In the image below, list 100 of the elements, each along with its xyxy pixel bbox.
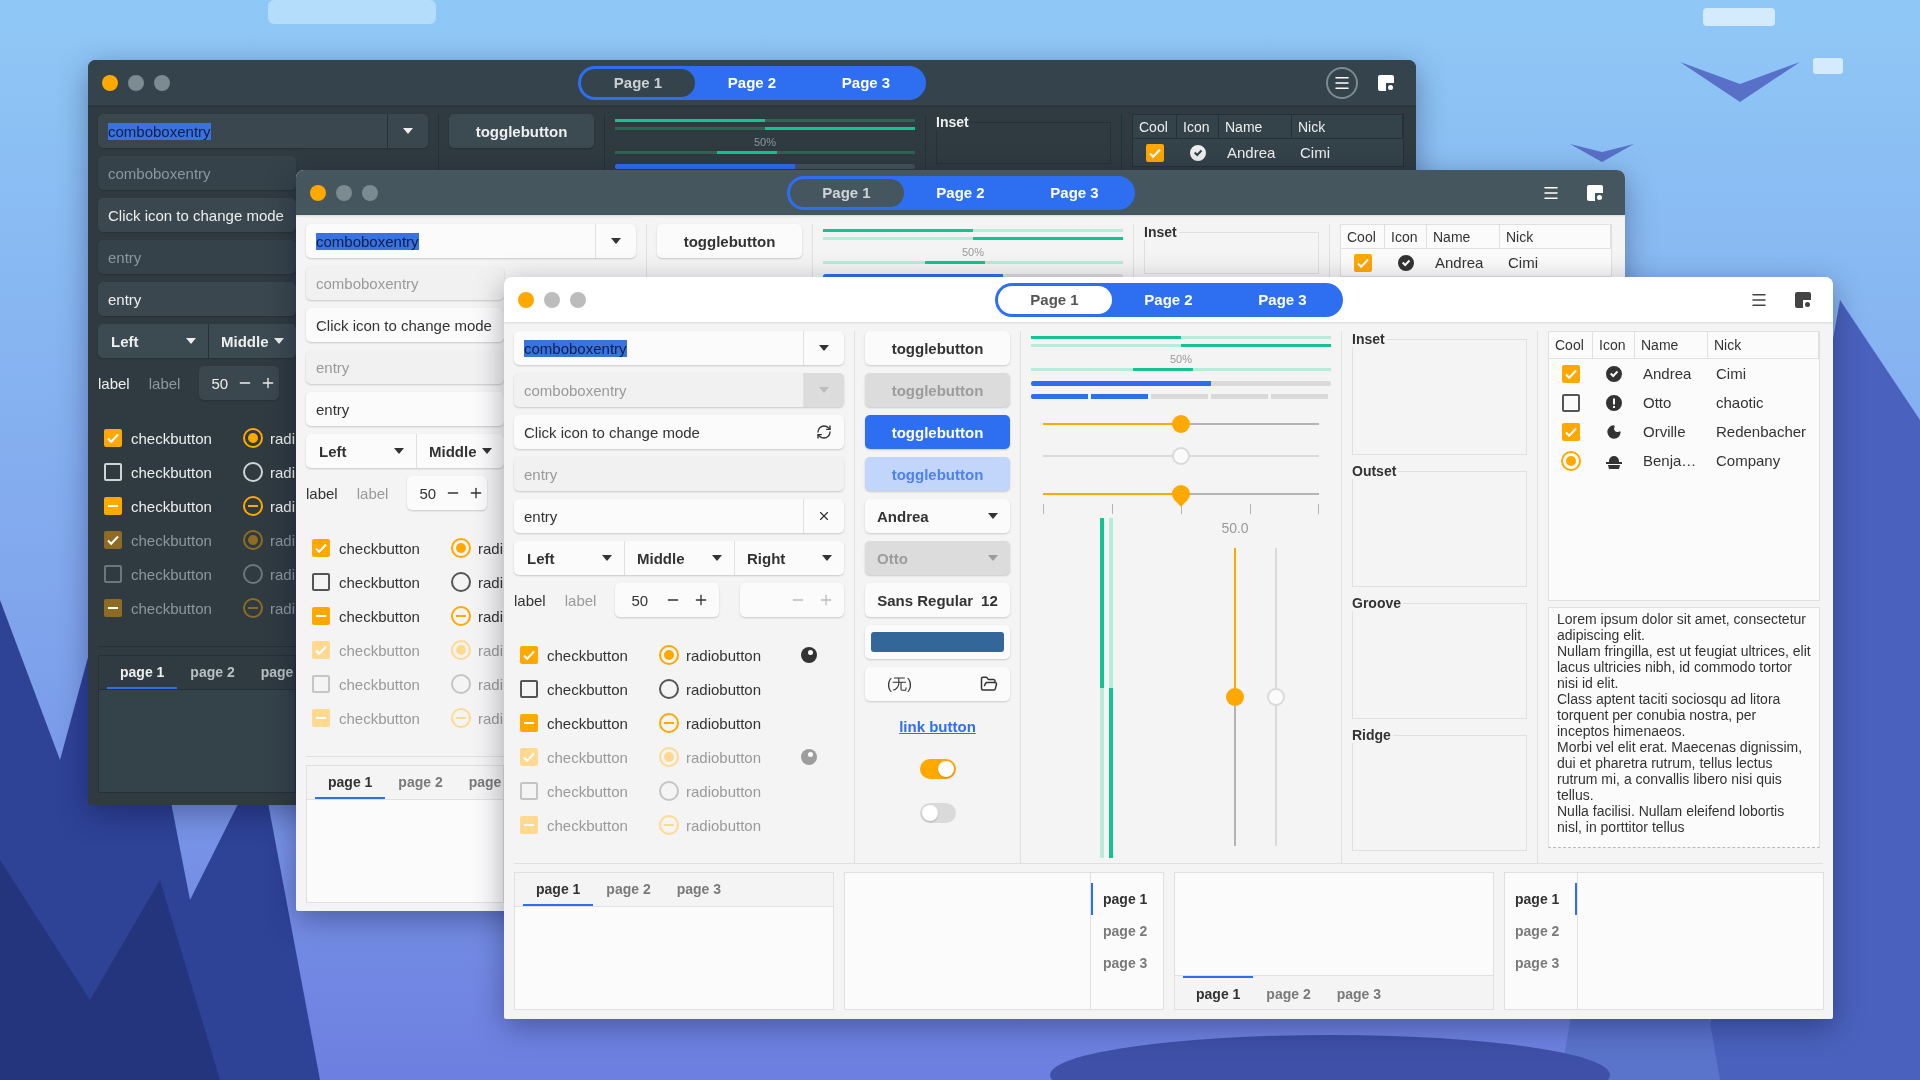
radio-button[interactable] <box>801 647 817 663</box>
slider-thumb[interactable] <box>1172 415 1190 433</box>
checkbox[interactable] <box>1562 364 1580 383</box>
clear-icon[interactable] <box>817 509 831 523</box>
page-tab[interactable]: Page 1 <box>997 285 1112 314</box>
spin-button[interactable]: 50 <box>199 366 280 400</box>
slider-thumb[interactable] <box>1226 688 1244 706</box>
page-tab[interactable]: Page 3 <box>809 68 923 97</box>
tab[interactable]: page 1 <box>315 766 386 799</box>
tab[interactable]: page 1 <box>1091 883 1163 915</box>
spin-button[interactable]: 50 <box>615 583 720 617</box>
page-tab[interactable]: Page 3 <box>1225 285 1340 314</box>
page-tab[interactable]: Page 1 <box>789 178 904 207</box>
checkbox[interactable] <box>104 497 122 515</box>
column-header[interactable]: Nick <box>1500 225 1611 249</box>
maximize-button[interactable] <box>362 184 378 201</box>
column-header[interactable]: Icon <box>1385 225 1427 249</box>
switch[interactable] <box>919 759 956 779</box>
tab[interactable]: page 1 <box>1183 976 1254 1009</box>
combo-box[interactable]: Middle <box>624 541 734 575</box>
vertical-slider[interactable] <box>1226 548 1244 846</box>
tab[interactable]: page 3 <box>1505 947 1577 979</box>
tab[interactable]: page 2 <box>593 873 664 906</box>
checkbox[interactable] <box>1354 253 1372 272</box>
text-entry[interactable]: entry <box>98 282 296 316</box>
column-header[interactable]: Cool <box>1133 115 1177 139</box>
minimize-button[interactable] <box>336 184 352 201</box>
radio-button[interactable] <box>451 606 471 626</box>
minimize-button[interactable] <box>544 291 560 308</box>
text-entry[interactable]: Click icon to change mode <box>514 415 844 449</box>
combo-box[interactable]: Right <box>734 541 844 575</box>
tab[interactable]: page 3 <box>1323 976 1395 1009</box>
toggle-button[interactable]: togglebutton <box>657 224 802 258</box>
text-entry[interactable]: Click icon to change mode <box>306 308 504 342</box>
file-button[interactable]: (无) <box>865 667 1010 701</box>
page-tab[interactable]: Page 1 <box>581 68 695 97</box>
close-button[interactable] <box>310 184 326 201</box>
toggle-button[interactable]: togglebutton <box>865 415 1010 449</box>
combo-box-entry[interactable]: comboboxentry <box>514 331 844 365</box>
radio-button[interactable] <box>659 645 679 665</box>
page-tab[interactable]: Page 2 <box>903 178 1018 207</box>
switch[interactable] <box>919 803 956 823</box>
page-tab[interactable]: Page 2 <box>695 68 809 97</box>
toggle-button[interactable]: togglebutton <box>865 331 1010 365</box>
radio-button[interactable] <box>659 713 679 733</box>
text-view[interactable] <box>1548 607 1820 848</box>
checkbox[interactable] <box>312 607 330 625</box>
column-header[interactable]: Nick <box>1292 115 1403 139</box>
radio-button[interactable] <box>451 538 471 558</box>
tab[interactable]: page 2 <box>1091 915 1163 947</box>
slider[interactable] <box>1043 446 1319 466</box>
page-tab[interactable]: Page 2 <box>1111 285 1226 314</box>
toggle-button[interactable]: togglebutton <box>449 114 594 148</box>
color-button[interactable] <box>865 625 1010 659</box>
font-button[interactable]: Sans Regular 12 <box>865 583 1010 617</box>
combo-box-entry[interactable]: comboboxentry <box>98 114 428 148</box>
combo-box[interactable]: Andrea <box>865 499 1010 533</box>
menu-button[interactable] <box>1326 66 1358 99</box>
slider[interactable] <box>1043 484 1319 504</box>
checkbox[interactable] <box>520 646 538 664</box>
combo-box[interactable]: Left <box>514 541 624 575</box>
slider[interactable] <box>1043 414 1319 434</box>
text-entry[interactable]: entry <box>514 499 844 533</box>
tab[interactable]: page <box>455 766 502 799</box>
radio-button[interactable] <box>1561 450 1581 471</box>
maximize-button[interactable] <box>570 291 586 308</box>
column-header[interactable]: Name <box>1635 332 1708 359</box>
tab[interactable]: page 2 <box>177 656 248 689</box>
tab[interactable]: page 2 <box>1505 915 1577 947</box>
checkbox[interactable] <box>1562 393 1580 412</box>
column-header[interactable]: Cool <box>1549 332 1593 359</box>
close-button[interactable] <box>102 74 118 91</box>
column-header[interactable]: Cool <box>1341 225 1385 249</box>
vertical-slider[interactable] <box>1267 548 1285 846</box>
maximize-button[interactable] <box>154 74 170 91</box>
tab[interactable]: page 3 <box>663 873 735 906</box>
checkbox[interactable] <box>520 714 538 732</box>
checkbox[interactable] <box>1562 422 1580 441</box>
radio-button[interactable] <box>451 572 471 592</box>
text-entry[interactable]: entry <box>306 392 504 426</box>
tab[interactable]: page 1 <box>1505 883 1577 915</box>
column-header[interactable]: Icon <box>1177 115 1219 139</box>
page-tab[interactable]: Page 3 <box>1017 178 1132 207</box>
column-header[interactable]: Name <box>1427 225 1500 249</box>
minimize-button[interactable] <box>128 74 144 91</box>
checkbox[interactable] <box>312 573 330 591</box>
radio-button[interactable] <box>243 428 263 448</box>
tab[interactable]: page 1 <box>107 656 178 689</box>
link-button[interactable]: link button <box>899 717 976 735</box>
column-header[interactable]: Icon <box>1593 332 1635 359</box>
radio-button[interactable] <box>243 496 263 516</box>
tab[interactable]: page 1 <box>523 873 594 906</box>
refresh-icon[interactable] <box>816 424 832 440</box>
tab[interactable]: page 2 <box>1253 976 1324 1009</box>
text-entry[interactable]: Click icon to change mode <box>98 198 296 232</box>
checkbox[interactable] <box>104 429 122 447</box>
tab[interactable]: page 2 <box>385 766 456 799</box>
checkbox[interactable] <box>312 539 330 557</box>
tab[interactable]: page <box>247 656 294 689</box>
spin-button[interactable]: 50 <box>407 476 488 510</box>
